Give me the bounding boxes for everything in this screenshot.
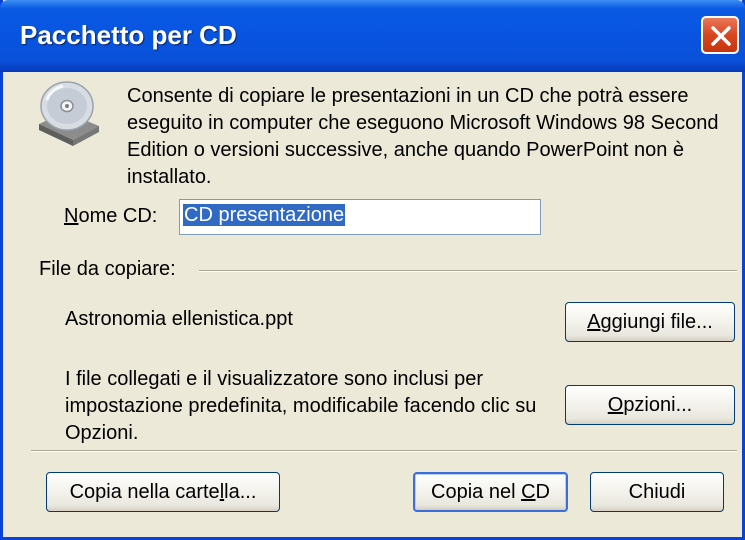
description-text: Consente di copiare le presentazioni in … <box>127 85 719 188</box>
close-window-button[interactable] <box>701 16 739 54</box>
cd-name-label: Nome CD: <box>64 205 158 227</box>
copy-to-cd-button[interactable]: Copia nel CD <box>413 472 568 512</box>
window-title: Pacchetto per CD <box>20 20 237 50</box>
close-icon <box>711 26 731 46</box>
options-info-text: I file collegati e il visualizzatore son… <box>65 368 537 444</box>
files-group-label: File da copiare: <box>39 258 182 281</box>
file-list-item: Astronomia ellenistica.ppt <box>65 308 293 330</box>
cd-name-value: CD presentazione <box>183 204 346 226</box>
title-bar[interactable]: Pacchetto per CD <box>0 0 745 72</box>
cd-name-input[interactable]: CD presentazione <box>179 199 541 235</box>
copy-to-folder-button[interactable]: Copia nella cartella... <box>46 472 280 512</box>
footer-divider <box>31 450 737 452</box>
dialog-window: Pacchetto per CD Consente di copiare le … <box>0 0 745 540</box>
add-files-button[interactable]: Aggiungi file... <box>565 302 735 342</box>
files-group-divider <box>199 270 737 272</box>
cd-drive-icon <box>39 81 99 146</box>
options-button[interactable]: Opzioni... <box>565 385 735 425</box>
close-button[interactable]: Chiudi <box>590 472 724 512</box>
